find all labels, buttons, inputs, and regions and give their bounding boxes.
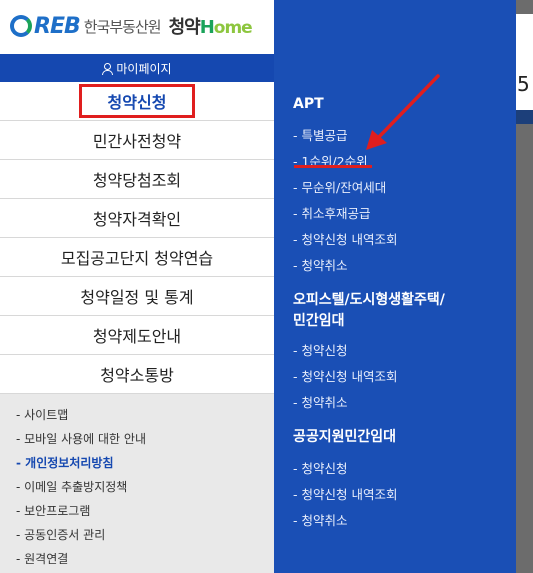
reb-circle-icon <box>10 15 32 37</box>
highlight-underline <box>294 165 372 168</box>
home-h: H <box>199 17 215 38</box>
link-certificate[interactable]: - 공동인증서 관리 <box>0 522 274 546</box>
footer-links: - 사이트맵 - 모바일 사용에 대한 안내 - 개인정보처리방침 - 이메일 … <box>0 394 274 573</box>
menu-item-practice[interactable]: 모집공고단지 청약연습 <box>0 238 274 277</box>
menu-item-schedule-stats[interactable]: 청약일정 및 통계 <box>0 277 274 316</box>
section-title: 오피스텔/도시형생활주택/ <box>293 292 445 308</box>
mypage-button[interactable]: 마이페이지 <box>0 54 274 82</box>
link-privacy[interactable]: - 개인정보처리방침 <box>0 450 274 474</box>
page: REB 한국부동산원 청약Home 마이페이지 청약신청 민간사전청약 청약당첨… <box>0 0 533 573</box>
section-public-rental: 공공지원민간임대 - 청약신청 - 청약신청 내역조회 - 청약취소 <box>293 427 397 532</box>
link-email-policy[interactable]: - 이메일 추출방지정책 <box>0 474 274 498</box>
logo[interactable]: REB 한국부동산원 청약Home <box>0 0 274 52</box>
main-menu: 청약신청 민간사전청약 청약당첨조회 청약자격확인 모집공고단지 청약연습 청약… <box>0 82 274 394</box>
link-cancel[interactable]: - 청약취소 <box>293 506 397 532</box>
org-name: 한국부동산원 <box>83 17 162 36</box>
link-sitemap[interactable]: - 사이트맵 <box>0 402 274 426</box>
highlight-box: 청약신청 <box>78 84 196 118</box>
background-digit: 5 <box>517 72 530 96</box>
menu-item-pre-subscription[interactable]: 민간사전청약 <box>0 121 274 160</box>
section-title: 공공지원민간임대 <box>293 429 397 445</box>
menu-item-eligibility[interactable]: 청약자격확인 <box>0 199 274 238</box>
link-remote[interactable]: - 원격연결 <box>0 546 274 570</box>
link-apply[interactable]: - 청약신청 <box>293 454 397 480</box>
reb-text: REB <box>34 13 81 39</box>
menu-item-communication[interactable]: 청약소통방 <box>0 355 274 394</box>
link-apply-history[interactable]: - 청약신청 내역조회 <box>293 362 445 388</box>
annotation-arrow-icon <box>366 74 440 150</box>
reb-logo: REB <box>10 13 81 39</box>
link-mobile-guide[interactable]: - 모바일 사용에 대한 안내 <box>0 426 274 450</box>
link-unranked[interactable]: - 무순위/잔여세대 <box>293 173 397 199</box>
home-prefix: 청약 <box>168 17 201 38</box>
link-apply-history[interactable]: - 청약신청 내역조회 <box>293 480 397 506</box>
link-apply[interactable]: - 청약신청 <box>293 336 445 362</box>
background-page-sliver: 5 <box>516 0 533 573</box>
section-title-line2: 민간임대 <box>293 313 345 329</box>
link-cancel[interactable]: - 청약취소 <box>293 251 397 277</box>
person-icon <box>102 62 114 75</box>
link-resupply[interactable]: - 취소후재공급 <box>293 199 397 225</box>
home-rest: ome <box>213 18 253 38</box>
section-officetel: 오피스텔/도시형생활주택/ 민간임대 - 청약신청 - 청약신청 내역조회 - … <box>293 290 445 414</box>
cheongyak-home-logo: 청약Home <box>168 13 253 39</box>
mypage-label: 마이페이지 <box>116 61 172 76</box>
left-menu: REB 한국부동산원 청약Home 마이페이지 청약신청 민간사전청약 청약당첨… <box>0 0 274 573</box>
link-apply-history[interactable]: - 청약신청 내역조회 <box>293 225 397 251</box>
link-security-program[interactable]: - 보안프로그램 <box>0 498 274 522</box>
menu-item-apply[interactable]: 청약신청 <box>0 82 274 121</box>
menu-item-system-guide[interactable]: 청약제도안내 <box>0 316 274 355</box>
menu-item-winner-lookup[interactable]: 청약당첨조회 <box>0 160 274 199</box>
link-cancel[interactable]: - 청약취소 <box>293 388 445 414</box>
background-band <box>516 110 533 124</box>
